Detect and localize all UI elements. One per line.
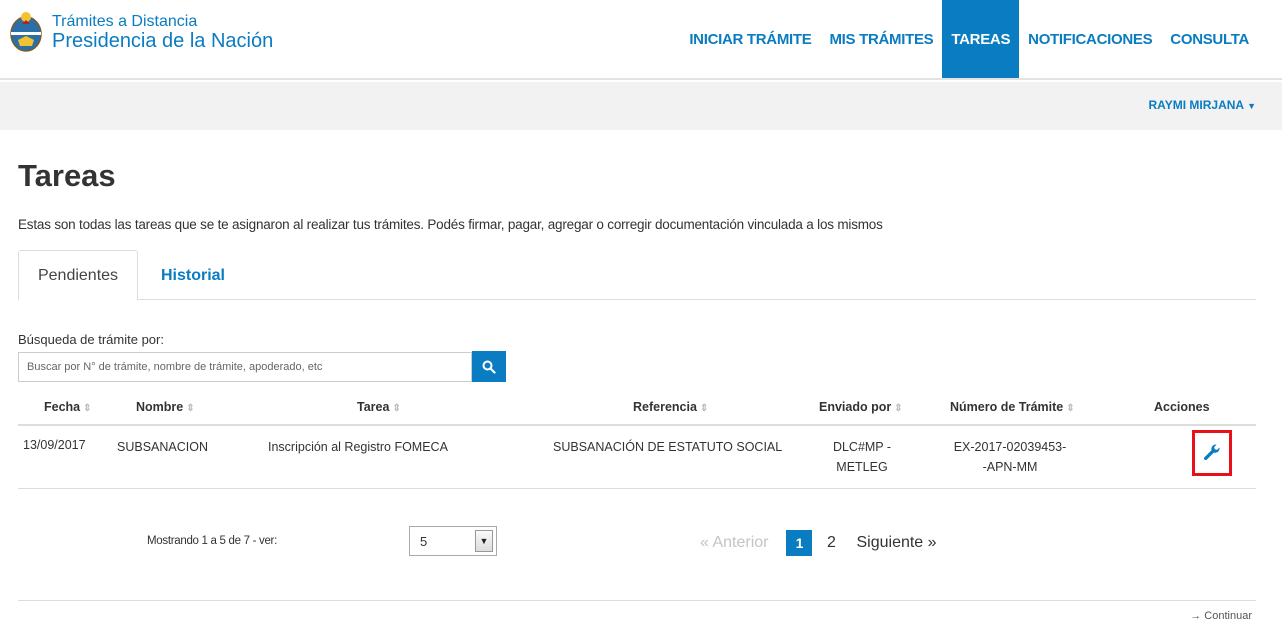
sort-icon: ⇕ [894,403,903,414]
sort-icon: ⇕ [186,403,195,414]
page-size-select[interactable]: 5 ▼ [409,526,497,556]
arrow-right-icon: → [1190,610,1205,622]
column-header-numero-tramite[interactable]: Número de Trámite ⇕ [950,400,1075,414]
search-button[interactable] [472,351,506,382]
cell-numero-line1: EX-2017-02039453- [953,440,1067,454]
column-header-referencia[interactable]: Referencia ⇕ [633,400,708,414]
pagination-next[interactable]: Siguiente » [856,534,936,552]
tab-historial[interactable]: Historial [143,250,243,301]
column-header-fecha[interactable]: Fecha ⇕ [44,400,92,414]
column-header-label: Tarea [357,400,390,414]
search-input[interactable] [18,352,472,382]
nav-notificaciones[interactable]: NOTIFICACIONES [1019,0,1161,78]
nav-consulta[interactable]: CONSULTA [1161,0,1258,78]
cell-referencia: SUBSANACIÓN DE ESTATUTO SOCIAL [553,440,783,454]
page-title: Tareas [18,158,116,193]
user-menu-dropdown[interactable]: RAYMI MIRJANA ▼ [1149,98,1257,112]
column-header-label: Enviado por [819,400,892,414]
pagination-page-1[interactable]: 1 [786,530,813,556]
action-button[interactable] [1192,430,1232,476]
sort-icon: ⇕ [699,403,709,414]
cell-numero-tramite: EX-2017-02039453- -APN-MM [945,437,1075,477]
pagination: « Anterior 1 2 Siguiente » [700,530,937,556]
wrench-icon [1204,444,1220,461]
column-header-label: Fecha [44,400,81,414]
brand-logo[interactable]: Trámites a Distancia Presidencia de la N… [8,10,273,54]
tab-pendientes[interactable]: Pendientes [18,250,138,301]
top-navbar: Trámites a Distancia Presidencia de la N… [0,0,1282,80]
footer-divider [18,600,1256,601]
user-bar: RAYMI MIRJANA ▼ [0,82,1282,130]
column-header-label: Nombre [136,400,184,414]
brand-title: Trámites a Distancia [52,13,198,30]
caret-down-icon: ▼ [1247,101,1256,111]
dropdown-arrow-icon[interactable]: ▼ [475,530,493,552]
cell-enviado-line1: DLC#MP - [832,440,892,454]
table-header: Fecha ⇕ Nombre ⇕ Tarea ⇕ Referencia ⇕ Enviad… [18,392,1256,426]
column-header-acciones: Acciones [1154,400,1210,414]
cell-fecha: 13/09/2017 [23,438,86,452]
page-size-value: 5 [420,533,428,549]
sort-icon: ⇕ [1066,403,1075,414]
pagination-page-2[interactable]: 2 [818,530,844,556]
cell-enviado-line2: METLEG [836,460,888,474]
column-header-label: Número de Trámite [950,400,1064,414]
page-description: Estas son todas las tareas que se te asi… [18,217,883,232]
search-icon [482,360,496,374]
sort-icon: ⇕ [392,403,401,414]
user-name: RAYMI MIRJANA [1148,98,1245,112]
continue-link[interactable]: → Continuar [1190,610,1252,622]
continue-label: Continuar [1204,610,1252,622]
nav-iniciar-tramite[interactable]: INICIAR TRÁMITE [680,0,820,78]
argentina-seal-icon [10,12,42,52]
cell-nombre: SUBSANACION [117,440,208,454]
search-label: Búsqueda de trámite por: [18,332,164,347]
tasks-tabs: Pendientes Historial [18,250,1256,301]
column-header-enviado-por[interactable]: Enviado por ⇕ [819,400,903,414]
column-header-nombre[interactable]: Nombre ⇕ [136,400,195,414]
column-header-tarea[interactable]: Tarea ⇕ [357,400,401,414]
cell-numero-line2: -APN-MM [982,460,1038,474]
nav-mis-tramites[interactable]: MIS TRÁMITES [820,0,942,78]
table-row: 13/09/2017 SUBSANACION Inscripción al Re… [18,427,1256,489]
subbar-spacer [0,82,136,130]
results-summary: Mostrando 1 a 5 de 7 - ver: [147,535,277,547]
cell-enviado-por: DLC#MP - METLEG [827,437,897,477]
nav-tareas[interactable]: TAREAS [942,0,1020,78]
brand-subtitle: Presidencia de la Nación [52,30,274,52]
column-header-label: Referencia [633,400,697,414]
sort-icon: ⇕ [83,403,92,414]
cell-tarea: Inscripción al Registro FOMECA [268,440,448,454]
main-nav: INICIAR TRÁMITE MIS TRÁMITES TAREAS NOTI… [680,0,1258,78]
pagination-previous[interactable]: « Anterior [700,534,768,552]
